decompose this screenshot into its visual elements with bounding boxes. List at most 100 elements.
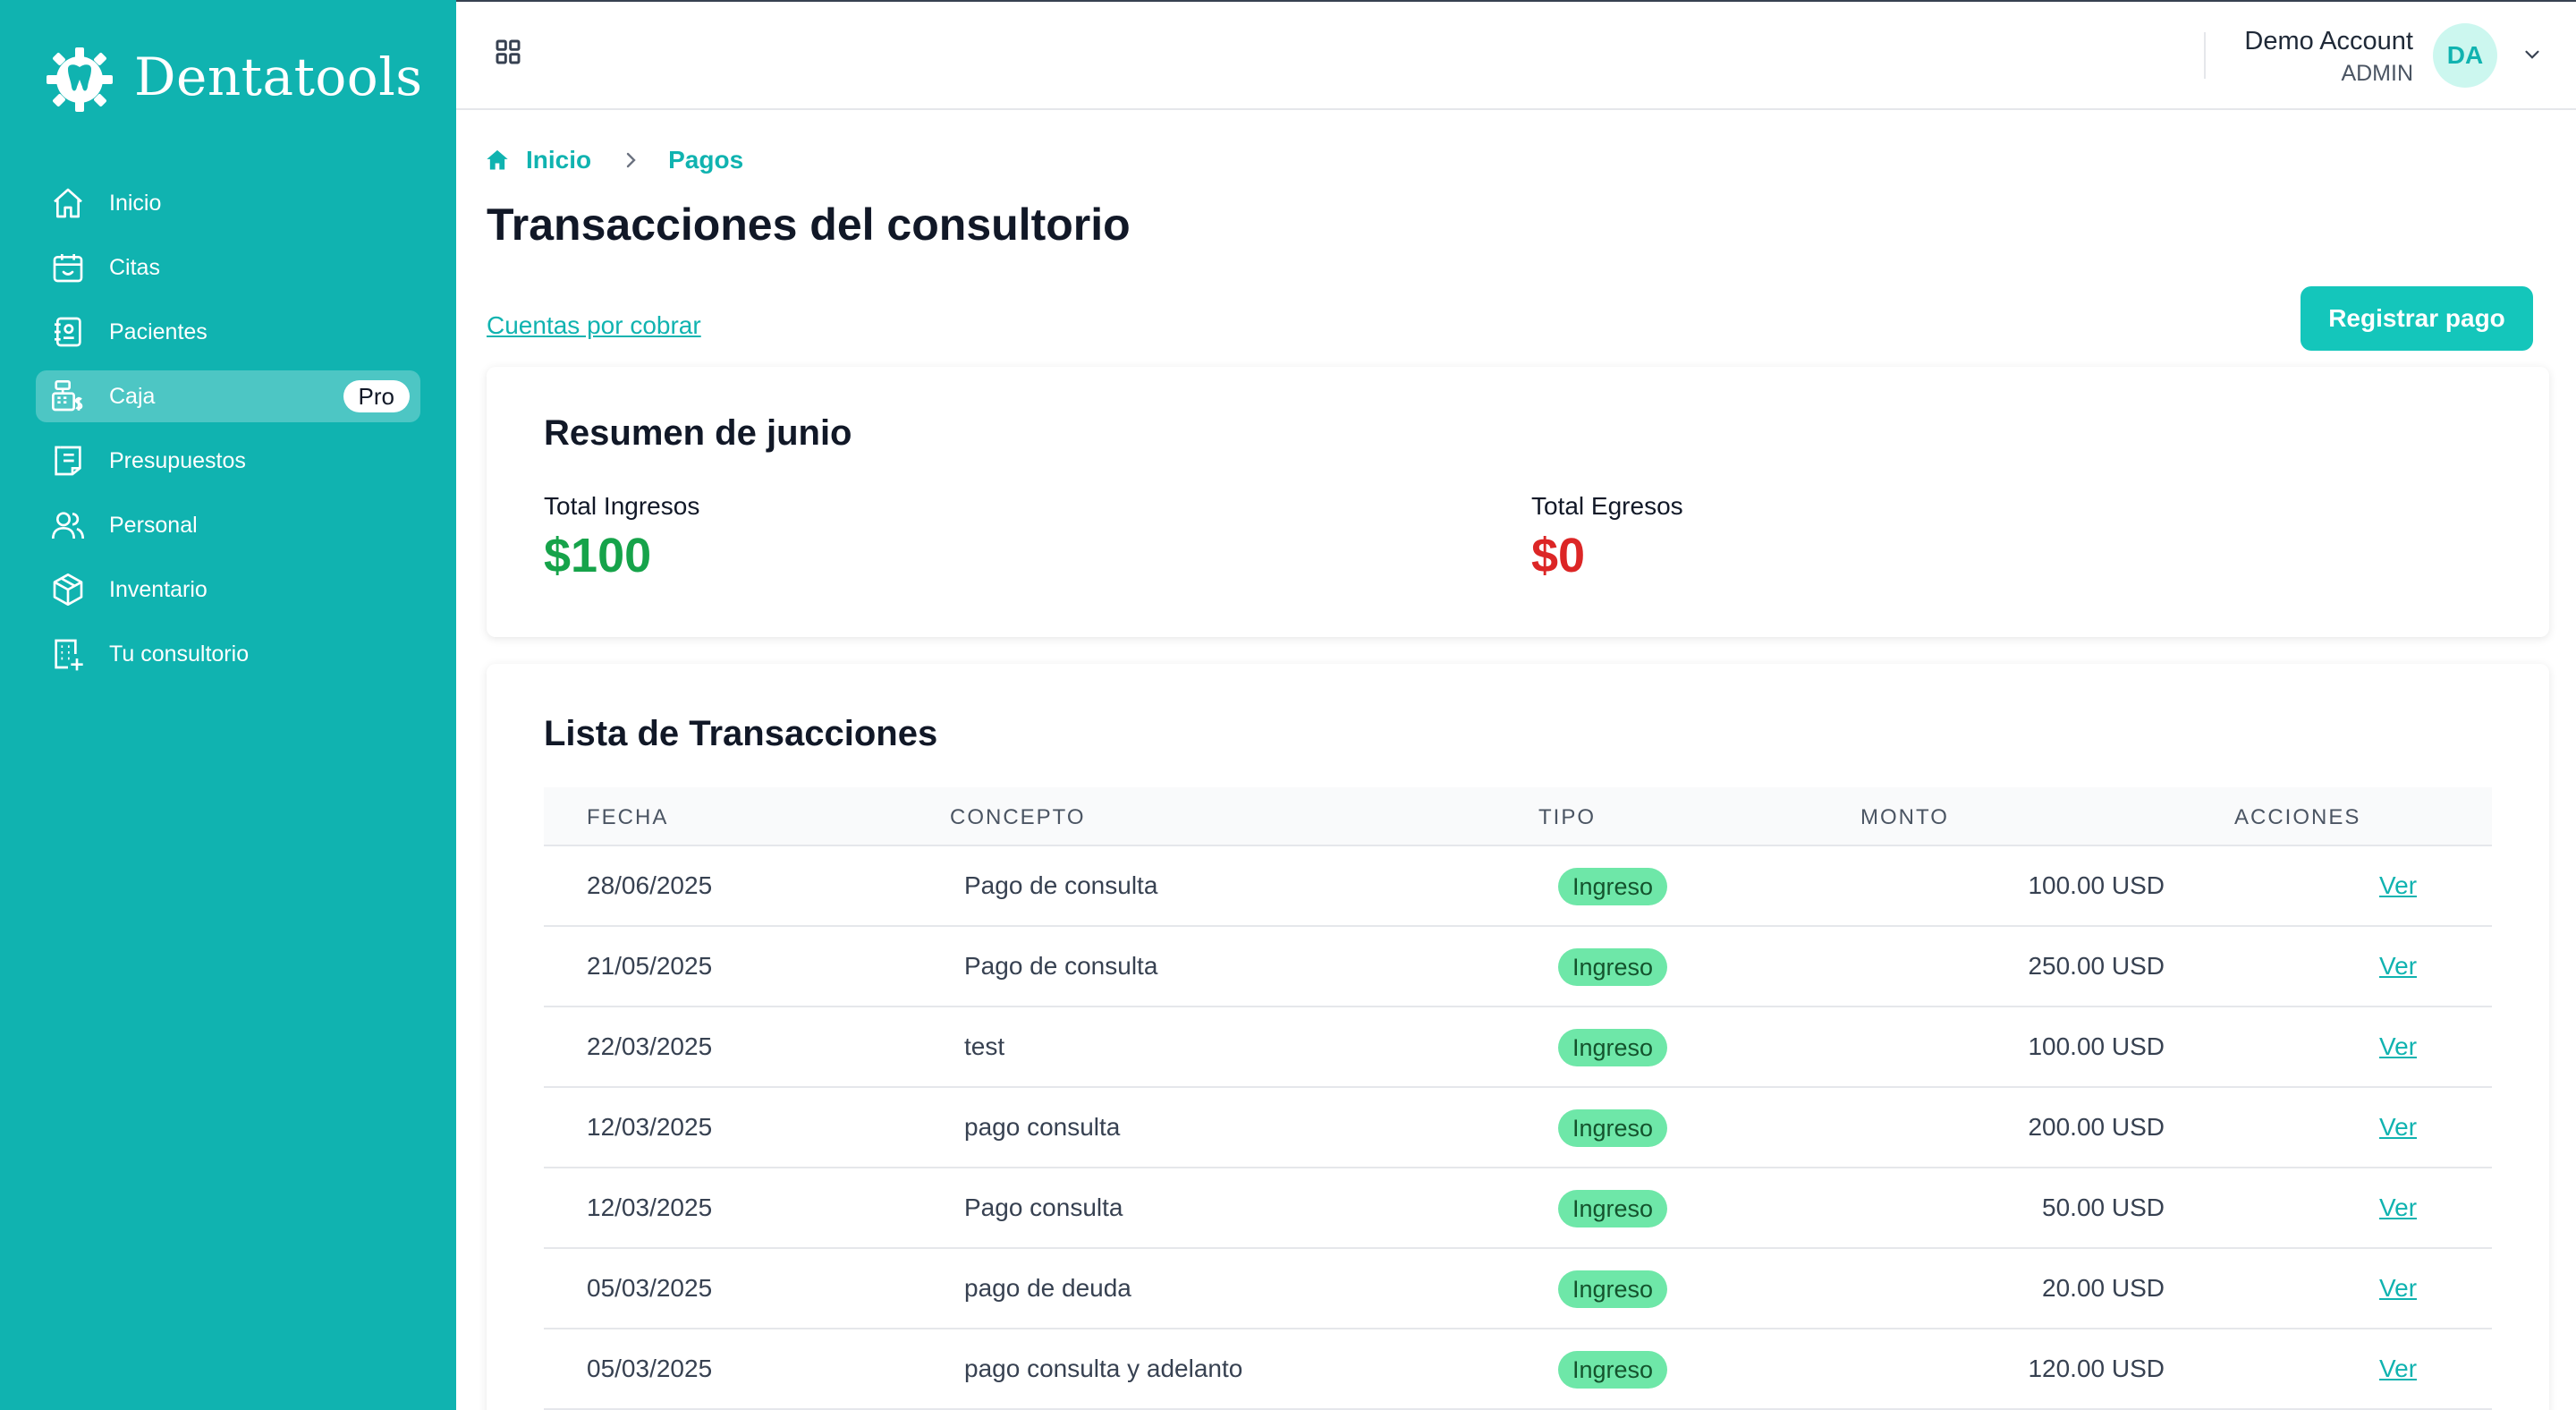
cell-concepto: pago consulta	[964, 1113, 1121, 1141]
users-icon	[48, 505, 88, 545]
sidebar-item-caja[interactable]: Caja Pro	[36, 370, 420, 422]
home-icon[interactable]	[485, 148, 510, 173]
table-row: 28/06/2025 Pago de consulta Ingreso 100.…	[544, 846, 2492, 927]
ver-link[interactable]: Ver	[2379, 871, 2417, 900]
document-icon	[48, 441, 88, 480]
sidebar-item-presupuestos[interactable]: Presupuestos	[36, 435, 420, 487]
sidebar-item-label: Tu consultorio	[109, 641, 250, 667]
cell-monto: 100.00 USD	[2028, 871, 2165, 899]
cuentas-por-cobrar-link[interactable]: Cuentas por cobrar	[487, 311, 701, 340]
calendar-icon	[48, 248, 88, 287]
table-row: 05/03/2025 pago de deuda Ingreso 20.00 U…	[544, 1249, 2492, 1329]
summary-title: Resumen de junio	[544, 413, 852, 453]
patient-card-icon	[48, 312, 88, 352]
tooth-gear-logo-icon	[47, 47, 113, 112]
user-role: ADMIN	[2341, 61, 2413, 86]
column-header-acciones: ACCIONES	[2234, 805, 2361, 829]
sidebar-item-inicio[interactable]: Inicio	[36, 177, 420, 229]
ver-link[interactable]: Ver	[2379, 1032, 2417, 1061]
breadcrumb-current[interactable]: Pagos	[668, 146, 743, 174]
sidebar-item-label: Personal	[109, 512, 198, 538]
table-row: 12/03/2025 pago consulta Ingreso 200.00 …	[544, 1088, 2492, 1168]
type-badge: Ingreso	[1558, 1029, 1668, 1066]
transactions-table: FECHA CONCEPTO TIPO MONTO ACCIONES 28/06…	[544, 787, 2492, 1410]
sidebar-item-label: Inventario	[109, 576, 208, 602]
brand-name: Dentatools	[134, 47, 423, 107]
cell-concepto: pago consulta y adelanto	[964, 1355, 1243, 1382]
column-header-monto: MONTO	[1860, 805, 1949, 829]
user-name[interactable]: Demo Account	[2244, 27, 2413, 56]
box-icon	[48, 570, 88, 609]
income-value: $100	[544, 529, 652, 582]
sidebar-item-label: Caja	[109, 383, 156, 409]
table-row: 05/03/2025 pago consulta y adelanto Ingr…	[544, 1329, 2492, 1410]
sidebar-item-label: Presupuestos	[109, 447, 246, 473]
home-icon	[48, 183, 88, 223]
type-badge: Ingreso	[1558, 1190, 1668, 1227]
pro-badge: Pro	[343, 380, 410, 412]
cell-concepto: pago de deuda	[964, 1274, 1131, 1302]
cash-register-icon	[48, 377, 88, 416]
cell-fecha: 12/03/2025	[587, 1193, 713, 1221]
cell-monto: 120.00 USD	[2028, 1355, 2165, 1382]
type-badge: Ingreso	[1558, 1109, 1668, 1147]
cell-fecha: 05/03/2025	[587, 1274, 713, 1302]
ver-link[interactable]: Ver	[2379, 1274, 2417, 1303]
cell-monto: 200.00 USD	[2028, 1113, 2165, 1141]
breadcrumb-home-link[interactable]: Inicio	[526, 146, 591, 174]
cell-fecha: 05/03/2025	[587, 1355, 713, 1382]
cell-monto: 20.00 USD	[2042, 1274, 2165, 1302]
income-label: Total Ingresos	[544, 492, 700, 520]
table-row: 12/03/2025 Pago consulta Ingreso 50.00 U…	[544, 1168, 2492, 1249]
column-header-fecha: FECHA	[587, 805, 669, 829]
page-title: Transacciones del consultorio	[487, 200, 1131, 250]
breadcrumb: Inicio Pagos	[485, 146, 743, 174]
building-add-icon	[48, 634, 88, 674]
sidebar-item-inventario[interactable]: Inventario	[36, 564, 420, 616]
ver-link[interactable]: Ver	[2379, 1193, 2417, 1222]
cell-concepto: Pago de consulta	[964, 871, 1158, 899]
cell-concepto: Pago de consulta	[964, 952, 1158, 980]
sidebar: Dentatools Inicio Citas Pacientes Caja P…	[0, 0, 456, 1410]
sidebar-item-label: Citas	[109, 254, 160, 280]
summary-card: Resumen de junio Total Ingresos $100 Tot…	[487, 367, 2549, 637]
transactions-card: Lista de Transacciones FECHA CONCEPTO TI…	[487, 664, 2549, 1410]
chevron-right-icon	[626, 152, 636, 168]
chevron-down-icon[interactable]	[2521, 43, 2544, 66]
cell-fecha: 21/05/2025	[587, 952, 713, 980]
cell-concepto: Pago consulta	[964, 1193, 1123, 1221]
sidebar-item-pacientes[interactable]: Pacientes	[36, 306, 420, 358]
ver-link[interactable]: Ver	[2379, 1355, 2417, 1383]
column-header-tipo: TIPO	[1538, 805, 1597, 829]
sidebar-item-tu-consultorio[interactable]: Tu consultorio	[36, 628, 420, 680]
expense-value: $0	[1531, 529, 1586, 582]
sidebar-item-personal[interactable]: Personal	[36, 499, 420, 551]
brand[interactable]: Dentatools	[41, 36, 423, 118]
registrar-pago-button[interactable]: Registrar pago	[2301, 286, 2533, 351]
type-badge: Ingreso	[1558, 1351, 1668, 1389]
apps-grid-icon[interactable]	[494, 38, 522, 66]
table-row: 21/05/2025 Pago de consulta Ingreso 250.…	[544, 927, 2492, 1007]
table-row: 22/03/2025 test Ingreso 100.00 USD Ver	[544, 1007, 2492, 1088]
sidebar-item-citas[interactable]: Citas	[36, 242, 420, 293]
table-header: FECHA CONCEPTO TIPO MONTO ACCIONES	[544, 787, 2492, 846]
cell-monto: 100.00 USD	[2028, 1032, 2165, 1060]
sidebar-item-label: Pacientes	[109, 319, 208, 344]
ver-link[interactable]: Ver	[2379, 952, 2417, 981]
cell-concepto: test	[964, 1032, 1005, 1060]
cell-monto: 250.00 USD	[2028, 952, 2165, 980]
avatar[interactable]: DA	[2433, 23, 2497, 88]
type-badge: Ingreso	[1558, 948, 1668, 986]
type-badge: Ingreso	[1558, 868, 1668, 905]
sidebar-item-label: Inicio	[109, 190, 162, 216]
column-header-concepto: CONCEPTO	[950, 805, 1086, 829]
expense-label: Total Egresos	[1531, 492, 1683, 520]
cell-fecha: 22/03/2025	[587, 1032, 713, 1060]
type-badge: Ingreso	[1558, 1270, 1668, 1308]
ver-link[interactable]: Ver	[2379, 1113, 2417, 1142]
sidebar-nav: Inicio Citas Pacientes Caja Pro Presupue…	[36, 177, 420, 692]
cell-fecha: 28/06/2025	[587, 871, 713, 899]
cell-fecha: 12/03/2025	[587, 1113, 713, 1141]
cell-monto: 50.00 USD	[2042, 1193, 2165, 1221]
transactions-title: Lista de Transacciones	[544, 714, 938, 753]
